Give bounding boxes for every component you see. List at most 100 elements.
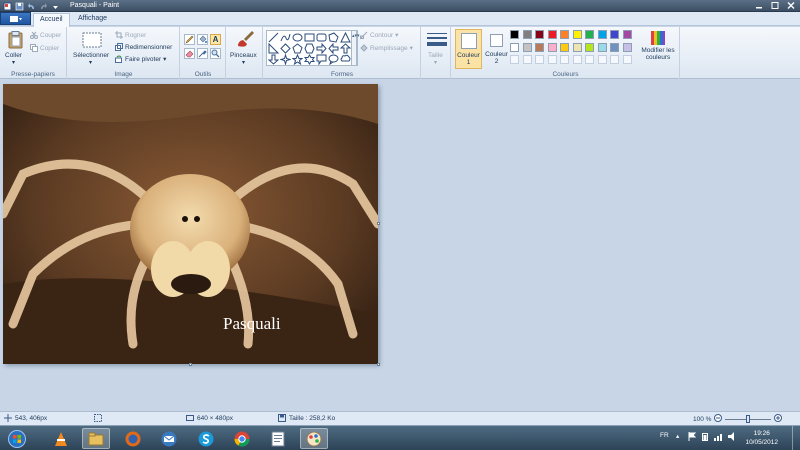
paint-menu-button[interactable]	[0, 12, 31, 25]
paint-taskbar-icon[interactable]	[300, 428, 328, 449]
tray-expand-icon[interactable]: ▴	[676, 432, 679, 440]
hexagon-shape-icon[interactable]	[304, 43, 315, 54]
crop-button[interactable]: Rogner	[115, 31, 146, 39]
maximize-icon[interactable]	[770, 1, 780, 10]
rounded-rectangle-shape-icon[interactable]	[316, 32, 327, 43]
resize-handle-right[interactable]	[377, 222, 380, 225]
paste-dropdown-icon[interactable]: ▾	[12, 59, 15, 66]
rectangle-shape-icon[interactable]	[304, 32, 315, 43]
vlc-icon[interactable]	[47, 428, 75, 449]
palette-swatch[interactable]	[572, 30, 582, 39]
palette-swatch[interactable]	[597, 30, 607, 39]
palette-empty-swatch[interactable]	[547, 55, 557, 64]
line-size-icon[interactable]	[427, 32, 447, 50]
palette-swatch[interactable]	[610, 42, 619, 52]
palette-empty-swatch[interactable]	[522, 55, 532, 64]
palette-swatch[interactable]	[560, 30, 569, 39]
edit-colors-button[interactable]: Modifier les couleurs	[638, 31, 678, 69]
undo-icon[interactable]	[27, 2, 36, 11]
taskbar-clock[interactable]: 19:26 10/05/2012	[745, 429, 778, 447]
color1-selector[interactable]: Couleur 1	[455, 29, 482, 69]
palette-swatch[interactable]	[547, 42, 557, 52]
oval-callout-shape-icon[interactable]	[328, 54, 339, 65]
save-icon[interactable]	[15, 2, 24, 11]
palette-empty-swatch[interactable]	[585, 55, 594, 64]
copy-button[interactable]: Copier	[30, 44, 59, 52]
firefox-icon[interactable]	[119, 428, 147, 449]
six-point-star-shape-icon[interactable]	[304, 54, 315, 65]
palette-empty-swatch[interactable]	[560, 55, 569, 64]
resize-button[interactable]: Redimensionner	[115, 43, 172, 51]
fill-button[interactable]: Remplissage ▾	[360, 44, 413, 52]
palette-swatch[interactable]	[547, 30, 557, 39]
thunderbird-icon[interactable]	[155, 428, 183, 449]
paint-app-icon[interactable]	[3, 2, 12, 11]
chrome-icon[interactable]	[228, 428, 256, 449]
rectangle-callout-shape-icon[interactable]	[316, 54, 327, 65]
palette-swatch[interactable]	[510, 42, 519, 52]
palette-swatch[interactable]	[622, 30, 632, 39]
cut-button[interactable]: Couper	[30, 31, 61, 39]
palette-swatch[interactable]	[610, 30, 619, 39]
rotate-button[interactable]: Faire pivoter ▾	[115, 55, 166, 63]
magnifier-icon[interactable]	[210, 48, 221, 59]
cloud-callout-shape-icon[interactable]	[340, 54, 351, 65]
select-icon[interactable]	[82, 32, 102, 50]
palette-empty-swatch[interactable]	[572, 55, 582, 64]
fill-icon[interactable]	[197, 34, 208, 45]
right-triangle-shape-icon[interactable]	[268, 43, 279, 54]
zoom-slider[interactable]	[725, 415, 772, 423]
shapes-scroll[interactable]: ▴▾▾	[351, 30, 360, 66]
diamond-shape-icon[interactable]	[280, 43, 291, 54]
left-arrow-shape-icon[interactable]	[328, 43, 339, 54]
brushes-dropdown-icon[interactable]: ▾	[242, 59, 245, 66]
eraser-icon[interactable]	[184, 48, 195, 59]
redo-icon[interactable]	[39, 2, 48, 11]
pencil-icon[interactable]	[184, 34, 195, 45]
skype-icon[interactable]	[192, 428, 220, 449]
file-explorer-icon[interactable]	[82, 428, 110, 449]
palette-swatch[interactable]	[585, 30, 594, 39]
palette-empty-swatch[interactable]	[597, 55, 607, 64]
palette-swatch[interactable]	[535, 30, 544, 39]
palette-swatch[interactable]	[585, 42, 594, 52]
right-arrow-shape-icon[interactable]	[316, 43, 327, 54]
flag-icon[interactable]	[688, 432, 697, 443]
palette-swatch[interactable]	[560, 42, 569, 52]
start-button-icon[interactable]	[3, 428, 31, 449]
volume-icon[interactable]	[728, 432, 738, 443]
four-point-star-shape-icon[interactable]	[280, 54, 291, 65]
palette-swatch[interactable]	[622, 42, 632, 52]
pentagon-shape-icon[interactable]	[292, 43, 303, 54]
zoom-out-icon[interactable]	[714, 414, 723, 424]
curve-shape-icon[interactable]	[280, 32, 291, 43]
zoom-in-icon[interactable]	[774, 414, 783, 424]
canvas-area[interactable]: Pasquali	[0, 80, 800, 411]
down-arrow-shape-icon[interactable]	[268, 54, 279, 65]
tab-home[interactable]: Accueil	[33, 13, 70, 27]
resize-handle-bottom[interactable]	[189, 363, 192, 366]
color-picker-icon[interactable]	[197, 48, 208, 59]
palette-swatch[interactable]	[597, 42, 607, 52]
five-point-star-shape-icon[interactable]	[292, 54, 303, 65]
select-dropdown-icon[interactable]: ▾	[89, 59, 92, 66]
palette-empty-swatch[interactable]	[535, 55, 544, 64]
triangle-shape-icon[interactable]	[340, 32, 351, 43]
outline-button[interactable]: Contour ▾	[360, 31, 398, 39]
document-app-icon[interactable]	[264, 428, 292, 449]
battery-icon[interactable]	[702, 432, 708, 443]
line-shape-icon[interactable]	[268, 32, 279, 43]
language-indicator[interactable]: FR	[660, 432, 669, 439]
network-icon[interactable]	[714, 432, 724, 443]
tab-view[interactable]: Affichage	[72, 13, 113, 26]
close-icon[interactable]	[786, 1, 796, 10]
text-icon[interactable]: A	[210, 34, 221, 45]
zoom-slider-thumb[interactable]	[746, 415, 751, 423]
palette-swatch[interactable]	[510, 30, 519, 39]
paste-icon[interactable]	[7, 31, 24, 51]
up-arrow-shape-icon[interactable]	[340, 43, 351, 54]
palette-empty-swatch[interactable]	[510, 55, 519, 64]
resize-handle-corner[interactable]	[377, 363, 380, 366]
size-dropdown-icon[interactable]: ▾	[434, 59, 437, 66]
palette-empty-swatch[interactable]	[610, 55, 619, 64]
